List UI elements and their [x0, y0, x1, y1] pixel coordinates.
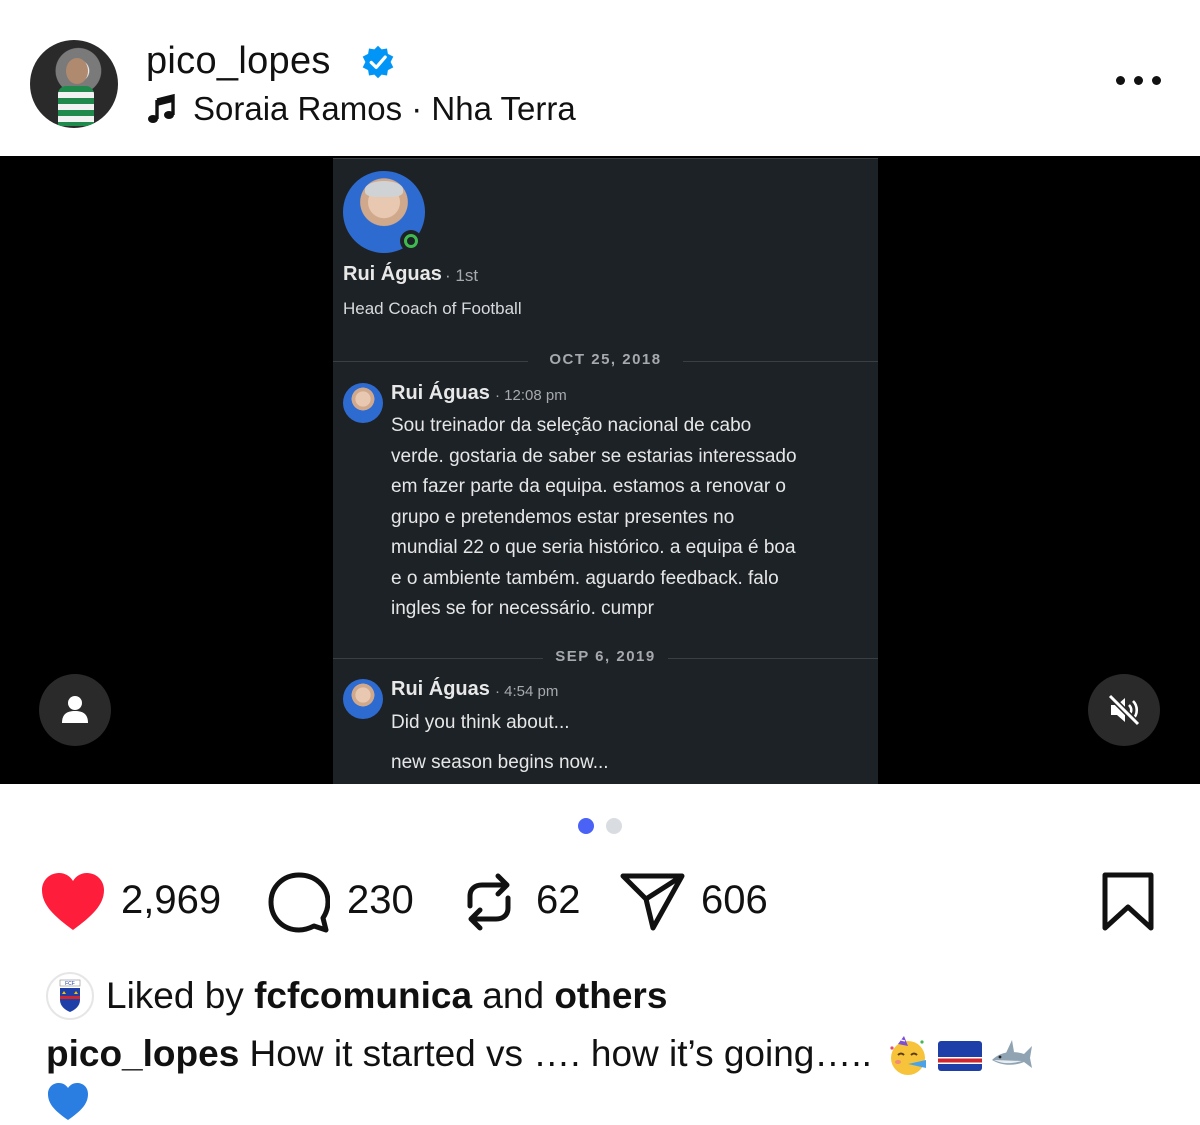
avatar-head: [66, 58, 88, 84]
date-label: SEP 6, 2019: [555, 648, 656, 665]
repost-count[interactable]: 62: [536, 878, 581, 923]
share-icon[interactable]: [620, 872, 686, 932]
comment-count[interactable]: 230: [347, 878, 414, 923]
fcf-logo-icon: FCF: [59, 979, 81, 1012]
message-line: e o ambiente também. aguardo feedback. f…: [391, 567, 779, 589]
message-line: ingles se for necessário. cumpr: [391, 598, 654, 619]
author-avatar[interactable]: [30, 40, 118, 128]
svg-text:FCF: FCF: [65, 981, 75, 987]
message-line: Sou treinador da seleção nacional de cab…: [391, 415, 752, 436]
share-count[interactable]: 606: [701, 878, 768, 923]
message-line: mundial 22 o que seria histórico. a equi…: [391, 537, 796, 558]
sender-name: Rui Águas: [391, 678, 490, 700]
bookmark-icon[interactable]: [1100, 872, 1156, 932]
carousel-dot-active[interactable]: [578, 818, 594, 834]
post-header: pico_lopes Soraia Ramos · Nha Terra: [0, 0, 1200, 156]
message-line: em fazer parte da equipa. estamos a reno…: [391, 476, 787, 497]
music-note-icon: [148, 93, 175, 123]
user-tag-icon: [62, 696, 88, 723]
date-label: OCT 25, 2018: [549, 351, 662, 368]
heart-icon[interactable]: [40, 872, 106, 932]
avatar-jersey: [58, 86, 94, 126]
online-status-icon: [400, 230, 422, 252]
sender-name: Rui Águas: [391, 382, 490, 404]
message-time: · 12:08 pm: [495, 387, 567, 404]
shark-icon: [992, 1040, 1033, 1069]
liked-by-prefix: Liked by: [106, 975, 255, 1016]
message-body: Did you think about... new season begins…: [391, 708, 846, 778]
sender-avatar: [343, 679, 383, 719]
message-line: grupo e pretendemos estar presentes no: [391, 506, 735, 528]
mute-toggle-button[interactable]: [1088, 674, 1160, 746]
message-line: Did you think about...: [391, 712, 570, 733]
liked-by-user[interactable]: fcfcomunica: [254, 975, 472, 1016]
date-separator: OCT 25, 2018: [333, 351, 878, 371]
liked-by-others[interactable]: others: [554, 975, 667, 1016]
profile-headline: Head Coach of Football: [343, 299, 522, 318]
screenshot-conversation: Rui Águas · 1st Head Coach of Football O…: [333, 158, 878, 784]
message-time: · 4:54 pm: [495, 683, 559, 700]
repost-icon[interactable]: [460, 870, 518, 934]
mute-icon: [1107, 693, 1141, 727]
profile-name: Rui Águas: [343, 263, 442, 285]
message-line: verde. gostaria de saber se estarias int…: [391, 445, 797, 467]
liked-by-middle: and: [472, 975, 555, 1016]
comment-icon[interactable]: [268, 872, 330, 934]
post-media[interactable]: Rui Águas · 1st Head Coach of Football O…: [0, 156, 1200, 784]
date-separator: SEP 6, 2019: [333, 648, 878, 668]
audio-track[interactable]: Soraia Ramos · Nha Terra: [193, 90, 576, 128]
caption-text: How it started vs …. how it’s going…..: [239, 1033, 883, 1074]
message-line: new season begins now...: [391, 751, 609, 773]
liker-avatar[interactable]: FCF: [46, 972, 94, 1020]
party-face-icon: [890, 1036, 927, 1076]
verified-icon: [362, 45, 394, 79]
tagged-users-button[interactable]: [39, 674, 111, 746]
blue-heart-icon: [48, 1083, 88, 1121]
like-count[interactable]: 2,969: [121, 878, 221, 923]
author-username[interactable]: pico_lopes: [146, 40, 331, 83]
message-body: Sou treinador da seleção nacional de cab…: [391, 411, 846, 625]
carousel-dot[interactable]: [606, 818, 622, 834]
liked-by: Liked by fcfcomunica and others: [106, 975, 667, 1017]
post-caption: pico_lopes How it started vs …. how it’s…: [46, 1032, 1156, 1124]
more-icon[interactable]: [1116, 74, 1162, 88]
cape-verde-flag-icon: [938, 1041, 983, 1072]
connection-degree: · 1st: [445, 266, 479, 285]
sender-avatar: [343, 383, 383, 423]
caption-username[interactable]: pico_lopes: [46, 1033, 239, 1074]
